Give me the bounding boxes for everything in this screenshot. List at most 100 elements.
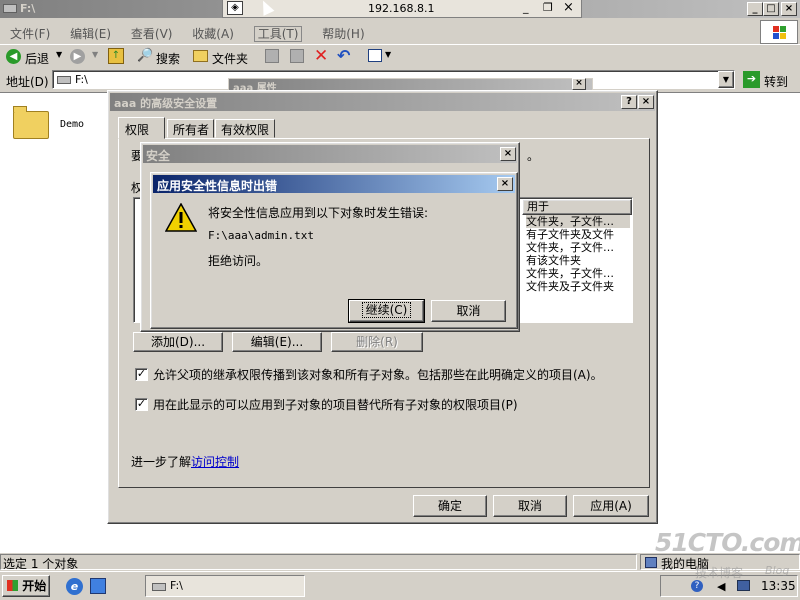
address-dropdown-button[interactable]: ▼ [718, 71, 734, 88]
menu-view[interactable]: 查看(V) [131, 27, 173, 41]
start-windows-icon [7, 580, 18, 591]
search-label[interactable]: 搜索 [156, 50, 180, 67]
error-titlebar[interactable]: 应用安全性信息时出错 [153, 175, 515, 193]
column-header-apply-to[interactable]: 用于 [522, 199, 632, 215]
folder-label[interactable]: Demo [60, 119, 84, 130]
remote-minimize-icon[interactable]: _ [523, 1, 529, 14]
error-message: 将安全性信息应用到以下对象时发生错误: [208, 206, 429, 220]
start-button[interactable]: 开始 [2, 575, 50, 597]
list-row[interactable]: 文件夹，子文件… [526, 267, 630, 280]
tab-permissions[interactable]: 权限 [118, 117, 165, 139]
replace-label[interactable]: 用在此显示的可以应用到子对象的项目替代所有子对象的权限项目(P) [153, 396, 518, 413]
menu-tools[interactable]: 工具(T) [253, 26, 303, 42]
clock: 13:35 [761, 579, 796, 593]
views-icon[interactable] [368, 49, 382, 62]
security-title: 安全 [146, 149, 171, 163]
list-row[interactable]: 有该文件夹 [526, 254, 630, 267]
start-label: 开始 [22, 579, 47, 593]
status-text: 选定 1 个对象 [3, 557, 79, 571]
back-icon[interactable]: ◀ [6, 49, 21, 64]
pin-icon[interactable]: ◈ [227, 1, 243, 15]
folders-icon[interactable] [193, 50, 208, 62]
advanced-titlebar[interactable]: aaa 的高级安全设置 [110, 93, 655, 111]
tray-network-icon[interactable] [737, 580, 750, 591]
add-button[interactable]: 添加(D)... [133, 332, 223, 352]
close-button[interactable]: × [781, 2, 797, 16]
remove-button[interactable]: 删除(R) [331, 332, 423, 352]
list-row[interactable]: 有子文件夹及文件 [526, 228, 630, 241]
address-drive-icon [57, 76, 71, 84]
error-path: F:\aaa\admin.txt [208, 229, 314, 242]
error-title: 应用安全性信息时出错 [157, 179, 278, 193]
go-label[interactable]: 转到 [764, 73, 788, 90]
security-close-button[interactable]: × [500, 147, 516, 161]
advanced-close-button[interactable]: × [638, 95, 654, 109]
taskbar: 开始 e F:\ ? ◀ 13:35 [0, 571, 800, 600]
computer-icon [645, 557, 657, 568]
remote-close-icon[interactable]: × [563, 0, 574, 15]
list-row[interactable]: 文件夹及子文件夹 [526, 280, 630, 293]
copy-to-icon[interactable] [290, 49, 304, 63]
status-location: 我的电脑 [661, 557, 710, 571]
menu-bar: 文件(F) 编辑(E) 查看(V) 收藏(A) 工具(T) 帮助(H) [0, 20, 800, 42]
ok-button[interactable]: 确定 [413, 495, 487, 517]
tab-owner[interactable]: 所有者 [167, 119, 214, 138]
toolbar: ◀ 后退 ▼ ▶ ▼ ↑ 🔎 搜索 文件夹 ✕ ↶ ▼ [0, 44, 800, 68]
tab-effective-label: 有效权限 [221, 123, 270, 137]
delete-icon[interactable]: ✕ [314, 46, 328, 66]
status-right-pane: 我的电脑 [640, 554, 800, 571]
error-close-button[interactable]: × [497, 177, 513, 191]
replace-checkbox[interactable]: ✓ [135, 398, 148, 411]
security-titlebar[interactable]: 安全 [143, 145, 517, 163]
status-left-pane: 选定 1 个对象 [0, 554, 637, 571]
menu-favorites[interactable]: 收藏(A) [192, 27, 234, 41]
explorer-quicklaunch-icon[interactable] [90, 578, 106, 594]
minimize-button[interactable]: _ [747, 2, 763, 16]
learn-more-text: 进一步了解 [131, 455, 192, 469]
search-icon[interactable]: 🔎 [137, 48, 153, 63]
menu-help[interactable]: 帮助(H) [322, 27, 364, 41]
remote-restore-icon[interactable]: ❐ [543, 1, 553, 14]
tray-volume-icon[interactable]: ◀ [717, 580, 725, 593]
continue-button[interactable]: 继续(C) [348, 299, 425, 323]
list-row[interactable]: 文件夹，子文件… [526, 215, 630, 228]
list-row[interactable]: 文件夹，子文件… [526, 241, 630, 254]
forward-icon[interactable]: ▶ [70, 49, 85, 64]
views-dropdown-icon[interactable]: ▼ [385, 50, 391, 59]
folders-label[interactable]: 文件夹 [212, 50, 248, 67]
undo-icon[interactable]: ↶ [337, 46, 350, 65]
error-cancel-button[interactable]: 取消 [431, 300, 506, 322]
go-icon[interactable]: ➔ [743, 71, 760, 88]
advanced-title: aaa 的高级安全设置 [114, 97, 218, 110]
tab-permissions-label: 权限 [125, 123, 150, 137]
warning-icon [165, 203, 197, 232]
windows-logo-icon [760, 20, 798, 44]
properties-close-button[interactable]: × [572, 78, 586, 90]
taskbar-explorer-task[interactable]: F:\ [145, 575, 305, 597]
intro-period: 。 [527, 149, 540, 163]
access-control-link[interactable]: 访问控制 [191, 453, 239, 470]
up-folder-icon[interactable]: ↑ [108, 48, 124, 64]
move-to-icon[interactable] [265, 49, 279, 63]
remote-connection-bar: ◈ 192.168.8.1 _ ❐ × [222, 0, 582, 18]
menu-file[interactable]: 文件(F) [10, 27, 50, 41]
forward-dropdown-icon[interactable]: ▼ [92, 50, 98, 59]
folder-icon[interactable] [13, 111, 49, 139]
apply-button[interactable]: 应用(A) [573, 495, 649, 517]
menu-edit[interactable]: 编辑(E) [70, 27, 111, 41]
tray-help-icon[interactable]: ? [691, 580, 703, 592]
inherit-checkbox[interactable]: ✓ [135, 368, 148, 381]
internet-explorer-icon[interactable]: e [66, 578, 83, 595]
cancel-button[interactable]: 取消 [493, 495, 567, 517]
inherit-label[interactable]: 允许父项的继承权限传播到该对象和所有子对象。包括那些在此明确定义的项目(A)。 [153, 366, 603, 383]
tab-effective-permissions[interactable]: 有效权限 [215, 119, 275, 138]
drive-icon [3, 4, 17, 13]
error-reason: 拒绝访问。 [208, 254, 269, 268]
edit-button[interactable]: 编辑(E)... [232, 332, 322, 352]
back-label[interactable]: 后退 [25, 50, 49, 67]
status-bar: 选定 1 个对象 我的电脑 [0, 552, 800, 571]
advanced-help-button[interactable]: ? [621, 95, 637, 109]
maximize-button[interactable]: □ [763, 2, 779, 16]
back-dropdown-icon[interactable]: ▼ [56, 50, 62, 59]
address-label: 地址(D) [6, 75, 49, 89]
